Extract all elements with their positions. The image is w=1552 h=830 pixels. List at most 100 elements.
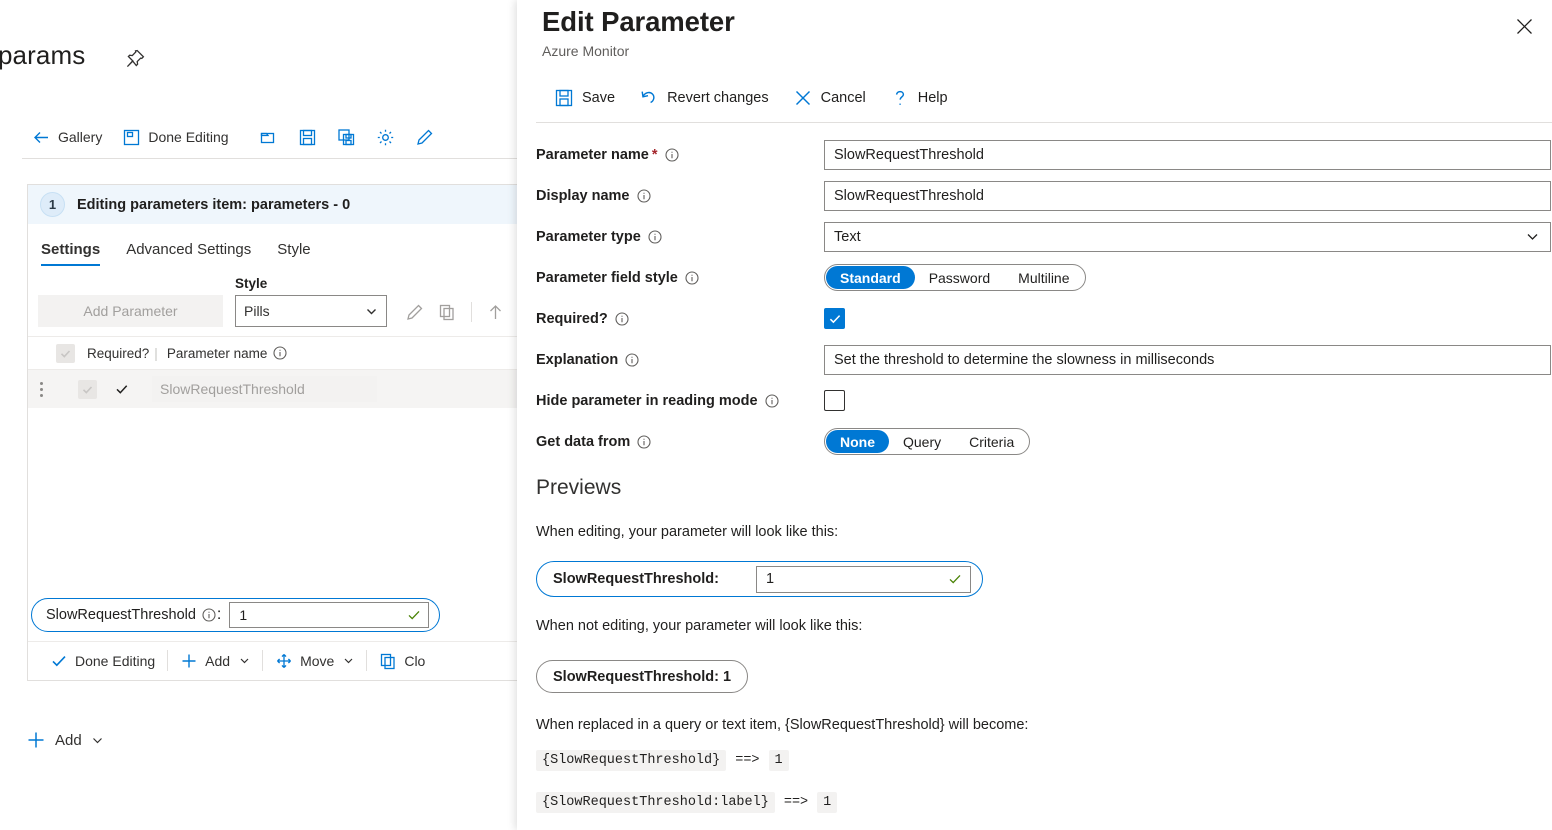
drag-handle-icon[interactable] xyxy=(36,382,46,397)
close-button[interactable] xyxy=(1510,12,1538,40)
field-hide-parameter-label: Hide parameter in reading mode xyxy=(536,393,824,409)
bottom-clone-label: Clo xyxy=(404,653,425,669)
help-icon xyxy=(890,88,910,108)
bottom-move-button[interactable]: Move xyxy=(263,645,366,677)
field-required-control xyxy=(824,308,1552,329)
parameter-name-input[interactable]: SlowRequestThreshold xyxy=(824,140,1551,170)
cmd-settings[interactable] xyxy=(366,121,405,153)
editor-command-bar[interactable]: Gallery Done Editing xyxy=(22,118,444,156)
parameter-preview-input[interactable]: 1 xyxy=(229,602,429,628)
bottom-clone-button[interactable]: Clo xyxy=(367,645,437,677)
workbook-editor-background: params Gallery xyxy=(0,0,517,830)
field-parameter-type-control: Text xyxy=(824,222,1552,252)
bottom-add-button[interactable]: Add xyxy=(168,645,262,677)
step-badge: 1 xyxy=(40,192,65,217)
parameter-type-select[interactable]: Text xyxy=(824,222,1551,252)
revert-changes-button[interactable]: Revert changes xyxy=(627,82,781,114)
grid-header-parameter-name: Parameter name xyxy=(167,346,288,361)
bottom-done-editing-label: Done Editing xyxy=(75,653,155,669)
cmd-edit[interactable] xyxy=(405,121,444,153)
substitution-token: {SlowRequestThreshold} xyxy=(536,750,726,771)
info-icon[interactable] xyxy=(637,435,651,449)
parameter-preview-pill[interactable]: SlowRequestThreshold : 1 xyxy=(31,598,440,632)
info-icon[interactable] xyxy=(765,394,779,408)
preview-editing-pill[interactable]: SlowRequestThreshold: 1 xyxy=(536,561,983,597)
copy-icon[interactable] xyxy=(438,303,457,322)
get-data-from-toggle-group[interactable]: None Query Criteria xyxy=(824,428,1030,455)
field-display-name: Display name SlowRequestThreshold xyxy=(536,175,1552,216)
cancel-button[interactable]: Cancel xyxy=(781,82,878,114)
field-display-name-label: Display name xyxy=(536,188,824,204)
cmd-done-editing[interactable]: Done Editing xyxy=(112,121,238,153)
row-action-icons[interactable] xyxy=(405,302,505,327)
substitution-arrow: ==> xyxy=(784,795,808,810)
info-icon[interactable] xyxy=(648,230,662,244)
field-parameter-type-text: Parameter type xyxy=(536,229,641,245)
field-style-option-multiline[interactable]: Multiline xyxy=(1004,266,1083,289)
panel-command-bar[interactable]: Save Revert changes Cancel xyxy=(542,82,960,114)
cmd-gallery[interactable]: Gallery xyxy=(22,121,112,153)
row-checkbox[interactable] xyxy=(78,380,97,399)
explanation-input[interactable]: Set the threshold to determine the slown… xyxy=(824,345,1551,375)
panel-divider xyxy=(536,122,1552,123)
bottom-add-label: Add xyxy=(205,653,230,669)
clone-icon xyxy=(379,652,397,670)
style-field-label: Style xyxy=(235,276,387,291)
chevron-down-icon xyxy=(365,305,378,318)
required-checkbox[interactable] xyxy=(824,308,845,329)
get-data-option-query[interactable]: Query xyxy=(889,430,955,453)
edit-pencil-icon[interactable] xyxy=(405,303,424,322)
add-item-label: Add xyxy=(55,732,82,749)
tab-style[interactable]: Style xyxy=(277,241,310,266)
field-style-option-password[interactable]: Password xyxy=(915,266,1004,289)
tab-settings[interactable]: Settings xyxy=(41,241,100,266)
field-style-option-standard[interactable]: Standard xyxy=(826,266,915,289)
close-icon xyxy=(1516,18,1533,35)
info-icon[interactable] xyxy=(637,189,651,203)
field-explanation-control: Set the threshold to determine the slown… xyxy=(824,345,1552,375)
field-parameter-field-style-label: Parameter field style xyxy=(536,270,824,286)
help-button[interactable]: Help xyxy=(878,82,960,114)
cmd-save-as[interactable] xyxy=(327,121,366,153)
substitution-row: {SlowRequestThreshold} ==> 1 xyxy=(536,750,789,771)
info-icon[interactable] xyxy=(273,346,287,360)
grid-header-separator: | xyxy=(154,346,158,361)
info-icon[interactable] xyxy=(625,353,639,367)
preview-reading-pill[interactable]: SlowRequestThreshold: 1 xyxy=(536,660,748,693)
cmd-save[interactable] xyxy=(288,121,327,153)
info-icon[interactable] xyxy=(665,148,679,162)
get-data-option-none[interactable]: None xyxy=(826,430,889,453)
info-icon[interactable] xyxy=(615,312,629,326)
editor-tabs[interactable]: Settings Advanced Settings Style xyxy=(28,224,517,266)
edit-parameter-panel: Edit Parameter Azure Monitor Save xyxy=(517,0,1552,830)
parameter-field-style-toggle-group[interactable]: Standard Password Multiline xyxy=(824,264,1086,291)
info-icon[interactable] xyxy=(685,271,699,285)
row-parameter-name[interactable]: SlowRequestThreshold xyxy=(152,376,377,402)
edit-parameter-form: Parameter name * SlowRequestThreshold Di… xyxy=(536,134,1552,462)
get-data-option-criteria[interactable]: Criteria xyxy=(955,430,1028,453)
card-bottom-toolbar[interactable]: Done Editing Add Move xyxy=(28,641,517,679)
select-all-checkbox[interactable] xyxy=(56,344,75,363)
tab-advanced-settings[interactable]: Advanced Settings xyxy=(126,241,251,266)
editing-card-header: 1 Editing parameters item: parameters - … xyxy=(28,184,517,224)
move-up-icon[interactable] xyxy=(486,303,505,322)
field-parameter-field-style: Parameter field style Standard Password … xyxy=(536,257,1552,298)
add-parameter-button[interactable]: Add Parameter xyxy=(38,295,223,327)
table-row[interactable]: SlowRequestThreshold xyxy=(28,370,517,408)
display-name-input[interactable]: SlowRequestThreshold xyxy=(824,181,1551,211)
save-button[interactable]: Save xyxy=(542,82,627,114)
pin-icon[interactable] xyxy=(124,48,146,70)
style-select[interactable]: Pills xyxy=(235,295,387,327)
hide-parameter-checkbox[interactable] xyxy=(824,390,845,411)
info-icon[interactable] xyxy=(202,608,216,622)
preview-reading-caption: When not editing, your parameter will lo… xyxy=(536,618,862,634)
required-asterisk: * xyxy=(652,147,658,163)
plus-icon xyxy=(26,730,46,750)
add-item-button[interactable]: Add xyxy=(26,730,104,750)
cmd-open[interactable] xyxy=(249,121,288,153)
valid-check-icon xyxy=(407,608,421,622)
style-select-value: Pills xyxy=(244,303,270,319)
bottom-done-editing-button[interactable]: Done Editing xyxy=(38,645,167,677)
preview-editing-pill-input[interactable]: 1 xyxy=(756,566,971,593)
preview-editing-pill-label: SlowRequestThreshold: xyxy=(553,571,719,587)
